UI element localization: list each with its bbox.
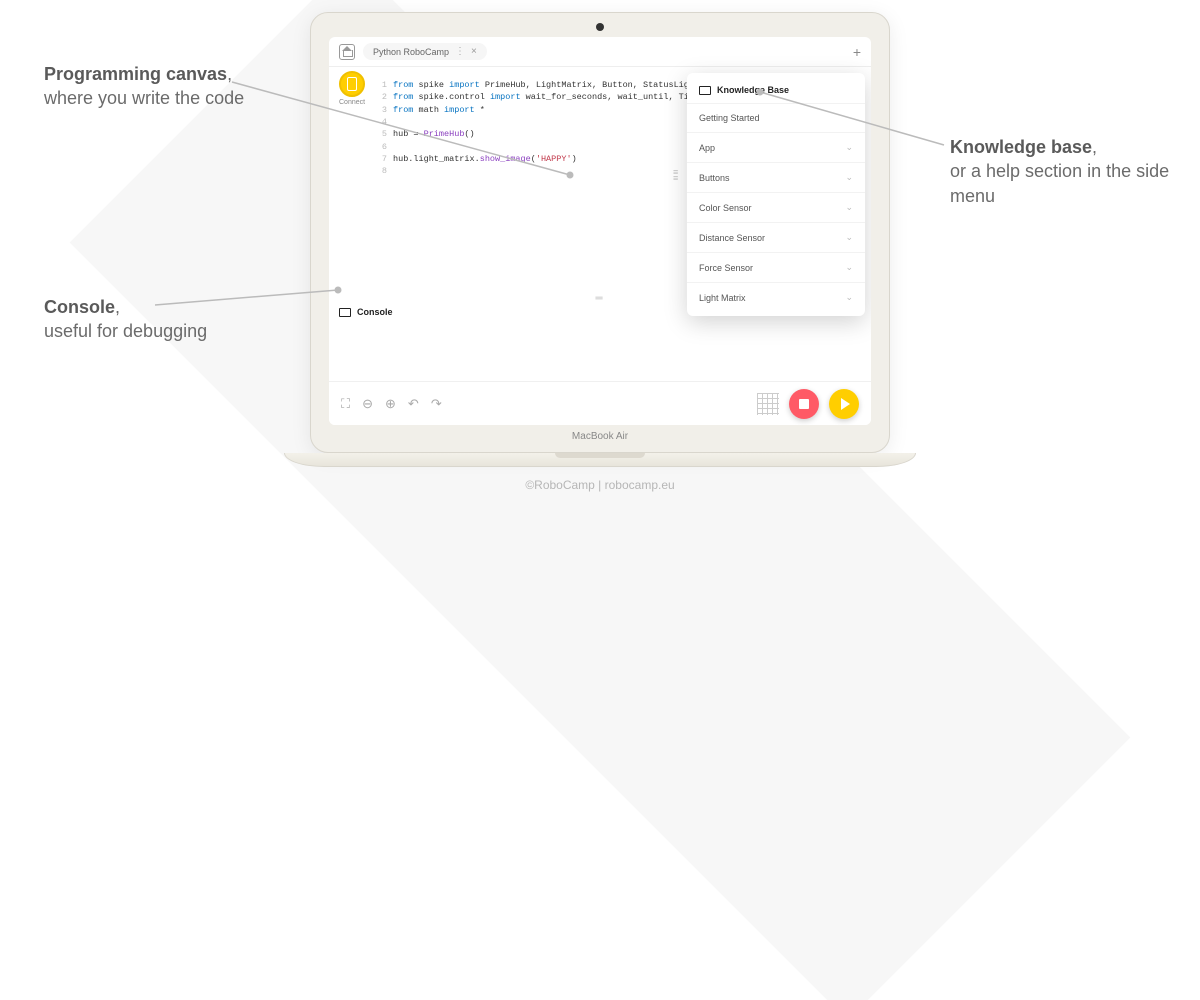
annotation-console: Console,useful for debugging (44, 295, 274, 344)
stop-icon (799, 399, 809, 409)
knowledge-base-title: Knowledge Base (687, 81, 865, 103)
kb-item-label: Distance Sensor (699, 233, 765, 243)
annotation-knowledge-base: Knowledge base,or a help section in the … (950, 135, 1170, 208)
kb-item-label: Getting Started (699, 113, 760, 123)
fullscreen-icon[interactable]: ⛶ (341, 396, 350, 412)
panel-drag-icon[interactable]: ≡≡ (673, 169, 678, 182)
zoom-in-icon[interactable]: ⊕ (385, 396, 396, 412)
camera-dot (596, 23, 604, 31)
grid-icon[interactable] (757, 393, 779, 415)
laptop-frame: Python RoboCamp ⋮ × + Connect 1from spik… (310, 12, 890, 467)
kb-item[interactable]: App ⌄ (687, 132, 865, 162)
kb-item[interactable]: Getting Started (687, 103, 865, 132)
footer-credit: ©RoboCamp | robocamp.eu (525, 478, 674, 492)
redo-icon[interactable]: ↷ (431, 396, 442, 412)
chevron-down-icon: ⌄ (845, 232, 853, 243)
connect-button[interactable] (339, 71, 365, 97)
project-name: Python RoboCamp (373, 47, 449, 57)
kb-item[interactable]: Color Sensor ⌄ (687, 192, 865, 222)
kb-item[interactable]: Buttons ⌄ (687, 162, 865, 192)
kb-item-label: Light Matrix (699, 293, 746, 303)
kb-item-label: Buttons (699, 173, 730, 183)
kb-item-label: App (699, 143, 715, 153)
panel-drag-handle[interactable]: ═ (595, 293, 604, 304)
chevron-down-icon: ⌄ (845, 142, 853, 153)
kb-item[interactable]: Force Sensor ⌄ (687, 252, 865, 282)
annotation-programming-canvas: Programming canvas,where you write the c… (44, 62, 274, 111)
kb-item-label: Force Sensor (699, 263, 753, 273)
chevron-down-icon: ⌄ (845, 202, 853, 213)
chevron-down-icon: ⌄ (845, 262, 853, 273)
tab-close-icon[interactable]: × (471, 46, 477, 57)
chevron-down-icon: ⌄ (845, 292, 853, 303)
kb-item-label: Color Sensor (699, 203, 752, 213)
laptop-model-label: MacBook Air (329, 431, 871, 442)
zoom-out-icon[interactable]: ⊖ (362, 396, 373, 412)
connect-label: Connect (339, 99, 365, 106)
console-header[interactable]: Console (339, 307, 393, 317)
tab-menu-icon[interactable]: ⋮ (455, 46, 465, 57)
undo-icon[interactable]: ↶ (408, 396, 419, 412)
kb-item[interactable]: Light Matrix ⌄ (687, 282, 865, 312)
new-tab-button[interactable]: + (853, 44, 861, 60)
kb-item[interactable]: Distance Sensor ⌄ (687, 222, 865, 252)
app-screen: Python RoboCamp ⋮ × + Connect 1from spik… (329, 37, 871, 425)
home-icon[interactable] (339, 44, 355, 60)
hub-icon (347, 77, 357, 91)
play-icon (841, 398, 850, 410)
connect-block: Connect (339, 71, 365, 106)
console-icon (339, 308, 351, 317)
bottom-toolbar: ⛶ ⊖ ⊕ ↶ ↷ (329, 381, 871, 425)
project-tab[interactable]: Python RoboCamp ⋮ × (363, 43, 487, 60)
play-button[interactable] (829, 389, 859, 419)
laptop-base (284, 453, 916, 467)
knowledge-base-panel: ≡≡ Knowledge Base Getting StartedApp⌄But… (687, 73, 865, 316)
book-icon (699, 86, 711, 95)
top-bar: Python RoboCamp ⋮ × + (329, 37, 871, 67)
stop-button[interactable] (789, 389, 819, 419)
chevron-down-icon: ⌄ (845, 172, 853, 183)
